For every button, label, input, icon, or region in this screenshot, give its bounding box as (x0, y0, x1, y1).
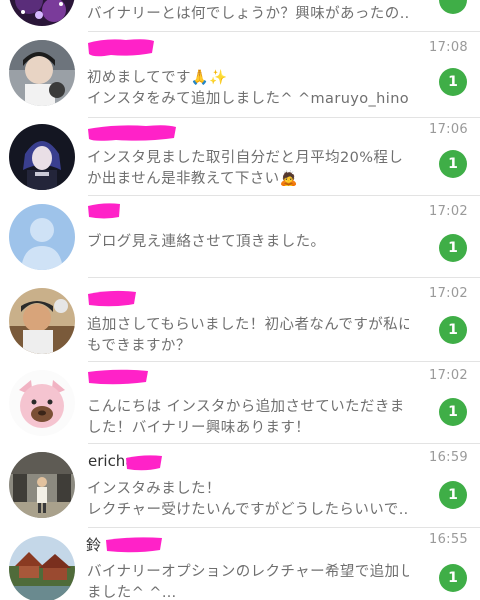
street-photo-avatar-icon (9, 452, 75, 518)
chat-row[interactable]: 鈴 16:55 バイナリーオプションのレクチャー希望で追加し ました^ ^… 1 (0, 528, 480, 600)
preview-line: 初めましてです🙏✨ (87, 70, 228, 86)
garden-photo-avatar-icon (9, 536, 75, 600)
chat-row[interactable]: 17:02 追加さしてもらいました！初心者なんですが私に もできますか？ 1 (0, 278, 480, 362)
preview-line: バイナリーオプションのレクチャー希望で追加し (87, 564, 409, 580)
unread-badge: 1 (439, 564, 467, 592)
message-preview: インスタみました！ レクチャー受けたいんですがどうしたらいいで… (87, 479, 409, 521)
preview-line: レクチャー受けたいんですがどうしたらいいで… (87, 502, 409, 518)
message-preview: 追加さしてもらいました！初心者なんですが私に もできますか？ (87, 315, 409, 357)
preview-line: か出ません是非教えて下さい🙇 (87, 171, 298, 187)
message-time: 17:02 (429, 204, 468, 219)
preview-line: 追加さしてもらいました！初心者なんですが私に (87, 317, 409, 333)
redacted-name (86, 37, 156, 59)
message-time: 17:02 (429, 368, 468, 383)
preview-line: インスタをみて追加しました^ ^maruyo_hino… (87, 91, 409, 107)
message-preview: バイナリーオプションのレクチャー希望で追加し ました^ ^… (87, 562, 409, 600)
message-preview: 初めましてです🙏✨ インスタをみて追加しました^ ^maruyo_hino… (87, 68, 409, 110)
anime-character-avatar-icon (9, 124, 75, 190)
chat-row[interactable]: 17:02 ブログ見え連絡させて頂きました。 1 (0, 196, 480, 278)
sparkle-photo-avatar-icon (9, 0, 75, 26)
preview-line: した！バイナリー興味あります！ (87, 420, 311, 436)
message-time: 17:06 (429, 122, 468, 137)
preview-line: もできますか？ (87, 338, 191, 354)
chat-row[interactable]: erichan 16:59 インスタみました！ レクチャー受けたいんですがどうし… (0, 444, 480, 528)
message-preview: インスタ見ました取引自分だと月平均20%程し か出ません是非教えて下さい🙇 (87, 148, 409, 190)
preview-line: ブログ見え連絡させて頂きました。 (87, 234, 326, 250)
message-time: 17:02 (429, 286, 468, 301)
unread-badge: 1 (439, 150, 467, 178)
chat-row[interactable]: 17:02 こんにちは インスタから追加させていただきま した！バイナリー興味あ… (0, 362, 480, 444)
redacted-name (86, 366, 150, 388)
message-time: 17:08 (429, 40, 468, 55)
redacted-name (86, 122, 178, 144)
message-time: 16:59 (429, 450, 468, 465)
message-time: 16:55 (429, 532, 468, 547)
redacted-name (124, 452, 164, 474)
pig-plush-avatar-icon (9, 370, 75, 436)
preview-line: インスタ見ました取引自分だと月平均20%程し (87, 150, 404, 166)
chat-list: バイナリーとは何でしょうか？興味があったの… 17:08 初めましてです🙏✨ イ… (0, 0, 480, 600)
unread-badge: 1 (439, 481, 467, 509)
message-preview: バイナリーとは何でしょうか？興味があったの… (87, 4, 409, 25)
contact-name: 鈴 (86, 536, 102, 554)
default-user-avatar-icon (9, 204, 75, 270)
chat-row[interactable]: 17:06 インスタ見ました取引自分だと月平均20%程し か出ません是非教えて下… (0, 118, 480, 196)
chat-row[interactable]: 17:08 初めましてです🙏✨ インスタをみて追加しました^ ^maruyo_h… (0, 32, 480, 118)
message-preview: ブログ見え連絡させて頂きました。 (87, 232, 409, 253)
preview-line: ました^ ^… (87, 585, 177, 600)
preview-line: こんにちは インスタから追加させていただきま (87, 399, 405, 415)
unread-badge: 1 (439, 234, 467, 262)
man-selfie-avatar-icon (9, 288, 75, 354)
person-photo-avatar-icon (9, 40, 75, 106)
unread-badge: 1 (439, 316, 467, 344)
redacted-name (86, 288, 138, 310)
preview-line: バイナリーとは何でしょうか？興味があったの… (87, 6, 409, 22)
redacted-name (86, 200, 122, 222)
unread-badge: 1 (439, 398, 467, 426)
unread-badge: 1 (439, 68, 467, 96)
preview-line: インスタみました！ (87, 481, 221, 497)
redacted-name (104, 534, 164, 556)
unread-badge (439, 0, 467, 14)
chat-row[interactable]: バイナリーとは何でしょうか？興味があったの… (0, 0, 480, 32)
message-preview: こんにちは インスタから追加させていただきま した！バイナリー興味あります！ (87, 397, 409, 439)
